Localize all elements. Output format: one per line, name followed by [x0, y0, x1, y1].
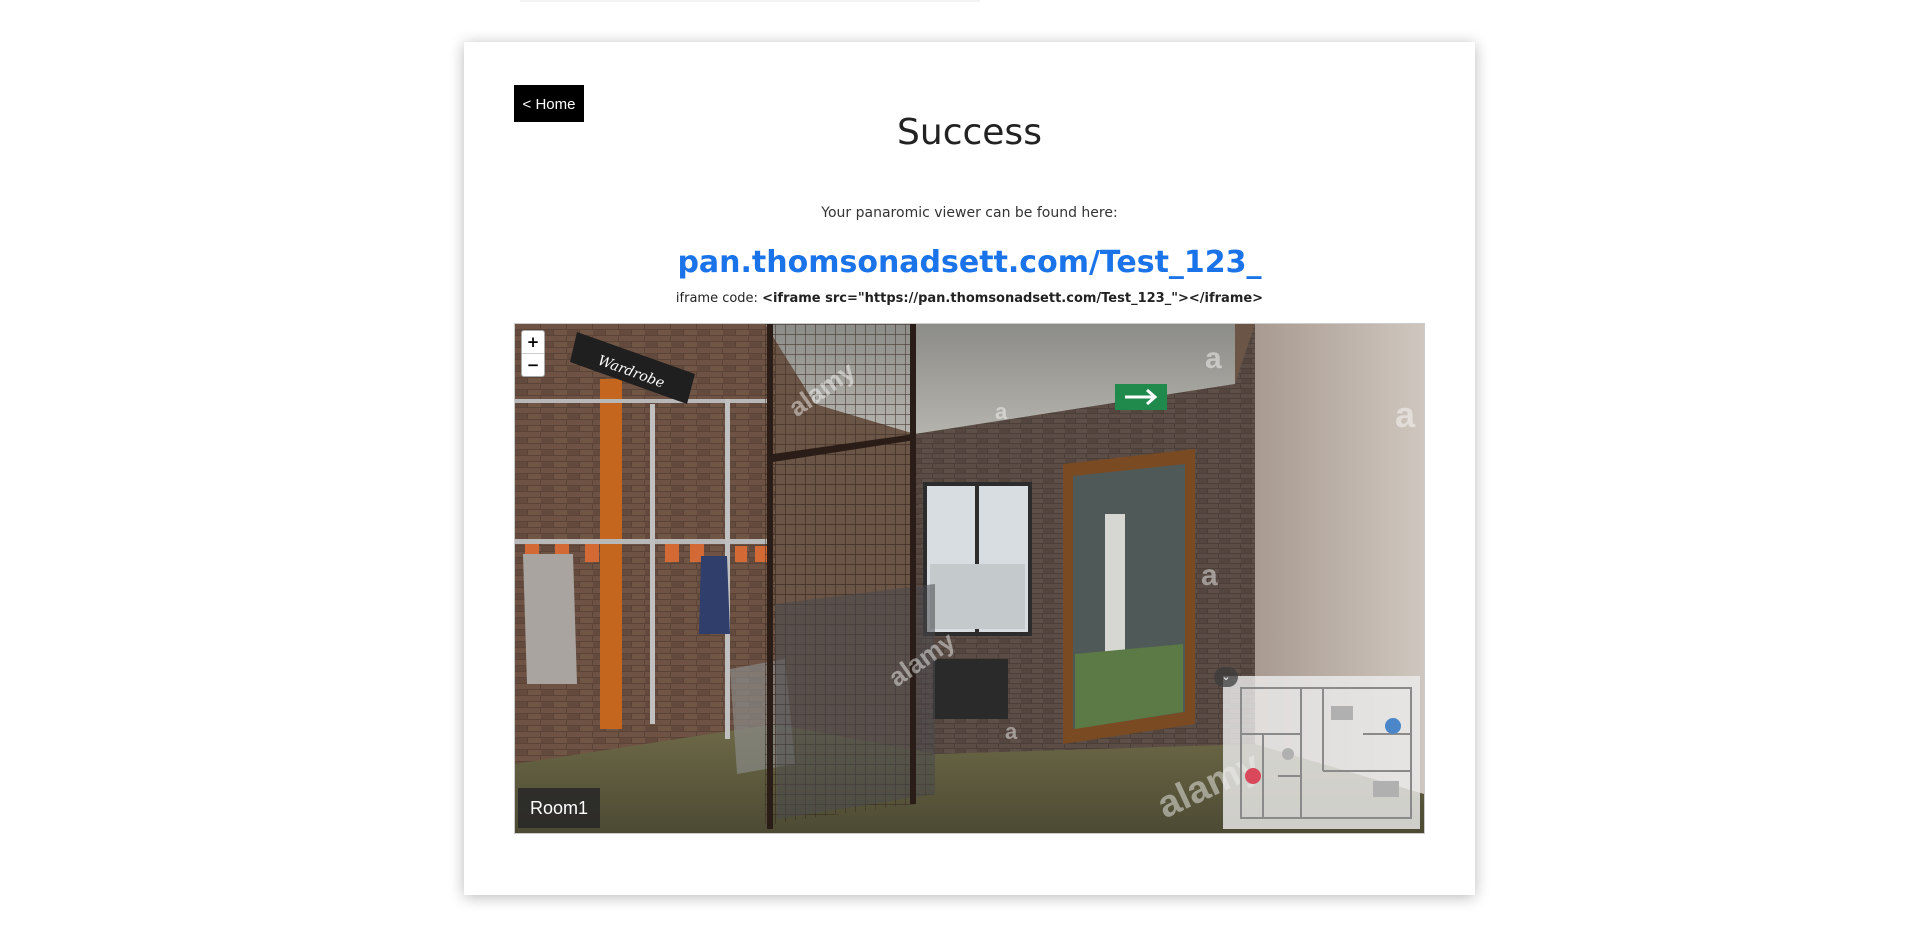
viewer-location-text: Your panaromic viewer can be found here:	[821, 205, 1118, 221]
room-label: Room1	[518, 788, 601, 828]
watermark: a	[1201, 559, 1218, 592]
watermark: a	[995, 399, 1008, 424]
viewer-link[interactable]: pan.thomsonadsett.com/Test_123_	[464, 245, 1475, 280]
hotspot-current-icon[interactable]	[1245, 768, 1261, 784]
iframe-code-label: iframe code:	[675, 291, 763, 306]
floorplan-minimap[interactable]	[1223, 676, 1420, 829]
page-title: Success	[897, 112, 1042, 153]
panorama-viewer[interactable]: Wardrobe alamy alamy alamy a a a a a + −…	[514, 323, 1425, 834]
watermark: a	[1205, 342, 1222, 375]
zoom-in-button[interactable]: +	[522, 331, 544, 353]
iframe-code[interactable]: <iframe src="https://pan.thomsonadsett.c…	[762, 291, 1263, 306]
success-card: < Home Success Your panaromic viewer can…	[464, 42, 1475, 895]
zoom-controls: + −	[521, 330, 545, 377]
watermark: a	[1395, 394, 1416, 435]
watermark: a	[1005, 719, 1018, 744]
floorplan-image	[1240, 687, 1412, 819]
zoom-out-button[interactable]: −	[522, 353, 544, 376]
top-strip	[520, 0, 980, 2]
minimap-toggle-button[interactable]: ⌄	[1214, 667, 1238, 687]
iframe-code-line: iframe code: <iframe src="https://pan.th…	[464, 291, 1475, 306]
chevron-down-icon: ⌄	[1221, 670, 1231, 683]
hotspot-icon[interactable]	[1385, 718, 1401, 734]
